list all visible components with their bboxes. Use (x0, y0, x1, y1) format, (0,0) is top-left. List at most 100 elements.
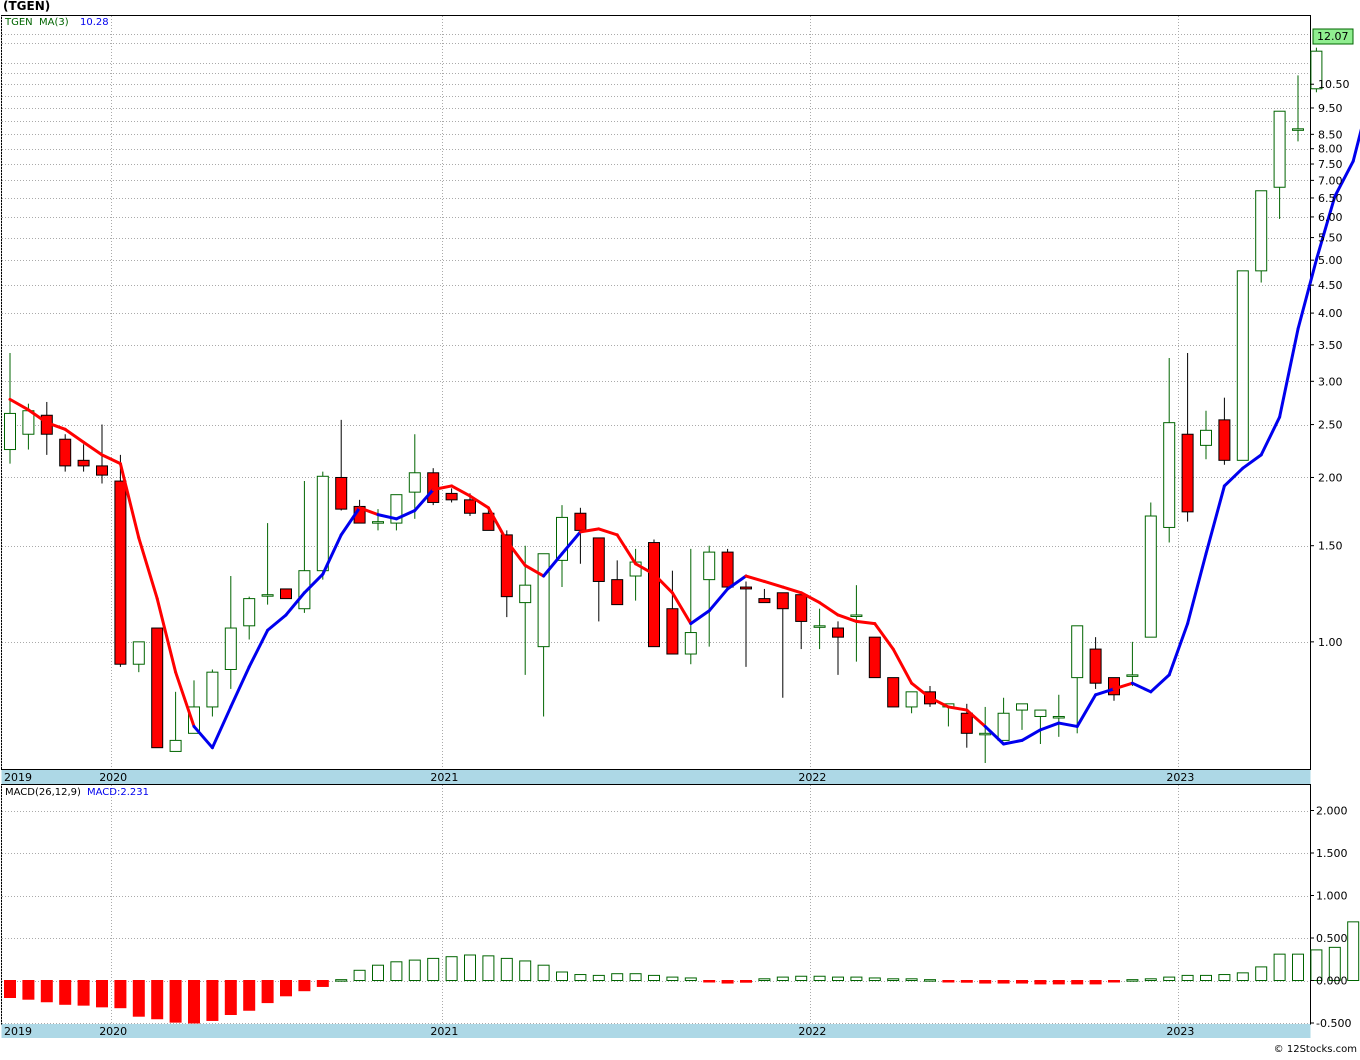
macd-bar-positive (1145, 979, 1156, 981)
macd-bar-positive (1237, 973, 1248, 981)
macd-bar-positive (1274, 954, 1285, 980)
candle-body (60, 439, 71, 466)
macd-bar-positive (1164, 977, 1175, 980)
candle-body (465, 500, 476, 513)
macd-label: MACD(26,12,9) (5, 787, 81, 798)
macd-bar-positive (777, 977, 788, 980)
candle-body (538, 554, 549, 647)
macd-x-axis-band (2, 1024, 1311, 1038)
candle-body (814, 626, 825, 628)
candle-body (170, 740, 181, 751)
candle-body (667, 609, 678, 654)
macd-bar-positive (1182, 975, 1193, 980)
year-label: 2021 (430, 1025, 458, 1038)
candle-body (115, 481, 126, 664)
candle-body (980, 733, 991, 735)
macd-bar-negative (299, 981, 310, 991)
candle-body (152, 628, 163, 748)
candle-body (851, 615, 862, 617)
macd-bar-negative (998, 981, 1009, 984)
macd-bar-positive (667, 977, 678, 980)
year-label: 2022 (798, 771, 826, 784)
candle-body (207, 672, 218, 707)
macd-bar-negative (1090, 981, 1101, 984)
chart-title: (TGEN) (3, 0, 50, 13)
macd-bar-positive (575, 975, 586, 981)
candle-body (1164, 423, 1175, 528)
price-panel (2, 16, 1311, 770)
candle-body (741, 587, 752, 589)
legend-ma: MA(3) (39, 17, 69, 28)
candle-down (152, 628, 163, 748)
macd-bar-positive (869, 978, 880, 981)
candle-up (1256, 191, 1267, 283)
price-tick-label: 2.50 (1318, 419, 1343, 432)
macd-bar-positive (906, 979, 917, 981)
candle-body (649, 543, 660, 647)
macd-bar-positive (373, 965, 384, 980)
candle-down (888, 678, 899, 707)
candle-down (722, 549, 733, 587)
macd-bar-positive (501, 958, 512, 980)
candle-body (317, 476, 328, 570)
candle-body (336, 477, 347, 509)
credit-text: © 12Stocks.com (1274, 1044, 1357, 1055)
candle-body (833, 628, 844, 637)
macd-bar-positive (336, 980, 347, 982)
candle-body (1256, 191, 1267, 271)
macd-bar-positive (796, 976, 807, 980)
macd-tick-label: 2.000 (1316, 805, 1348, 818)
price-tick-label: 4.00 (1318, 307, 1343, 320)
price-tick-label: 5.50 (1318, 232, 1343, 245)
price-tick-label: 7.00 (1318, 174, 1343, 187)
candle-body (78, 460, 89, 466)
macd-bar-positive (1293, 954, 1304, 980)
macd-bar-negative (41, 981, 52, 1002)
candle-body (777, 593, 788, 609)
candle-body (225, 628, 236, 669)
macd-bar-positive (685, 978, 696, 981)
price-tick-label: 8.00 (1318, 143, 1343, 156)
candle-body (593, 538, 604, 582)
macd-bar-positive (593, 975, 604, 980)
macd-bar-negative (961, 981, 972, 983)
year-label: 2021 (430, 771, 458, 784)
candle-body (722, 552, 733, 587)
price-tick-label: 5.00 (1318, 254, 1343, 267)
macd-bar-positive (612, 974, 623, 981)
candle-body (869, 637, 880, 677)
price-tick-label: 9.50 (1318, 102, 1343, 115)
macd-tick-label: 0.500 (1316, 932, 1348, 945)
macd-bar-negative (704, 981, 715, 983)
candle-body (1219, 420, 1230, 460)
macd-bar-positive (814, 976, 825, 980)
price-tick-label: 4.50 (1318, 279, 1343, 292)
last-price-label: 12.07 (1317, 30, 1349, 43)
candle-body (446, 493, 457, 499)
macd-bar-negative (207, 981, 218, 1021)
candle-body (1237, 271, 1248, 460)
macd-bar-positive (354, 970, 365, 980)
macd-tick-label: 1.500 (1316, 847, 1348, 860)
price-tick-label: 3.00 (1318, 375, 1343, 388)
candle-body (281, 589, 292, 599)
candle-up (1145, 502, 1156, 637)
macd-bar-positive (1127, 980, 1138, 982)
chart-root: (TGEN) 1.001.502.002.503.003.504.004.505… (0, 0, 1360, 1056)
macd-bar-positive (465, 955, 476, 981)
macd-tick-label: -0.500 (1316, 1017, 1351, 1030)
candle-body (704, 552, 715, 580)
macd-bar-positive (1256, 967, 1267, 981)
macd-value-label: MACD:2.231 (87, 787, 149, 798)
price-tick-label: 2.00 (1318, 471, 1343, 484)
candle-body (1090, 649, 1101, 683)
candle-body (796, 595, 807, 622)
macd-bar-negative (152, 981, 163, 1019)
candle-body (1017, 704, 1028, 710)
macd-bar-negative (1109, 981, 1120, 983)
macd-bar-positive (1348, 922, 1359, 981)
candle-body (97, 466, 108, 475)
macd-bar-positive (520, 961, 531, 981)
macd-bar-positive (851, 977, 862, 980)
year-label: 2022 (798, 1025, 826, 1038)
